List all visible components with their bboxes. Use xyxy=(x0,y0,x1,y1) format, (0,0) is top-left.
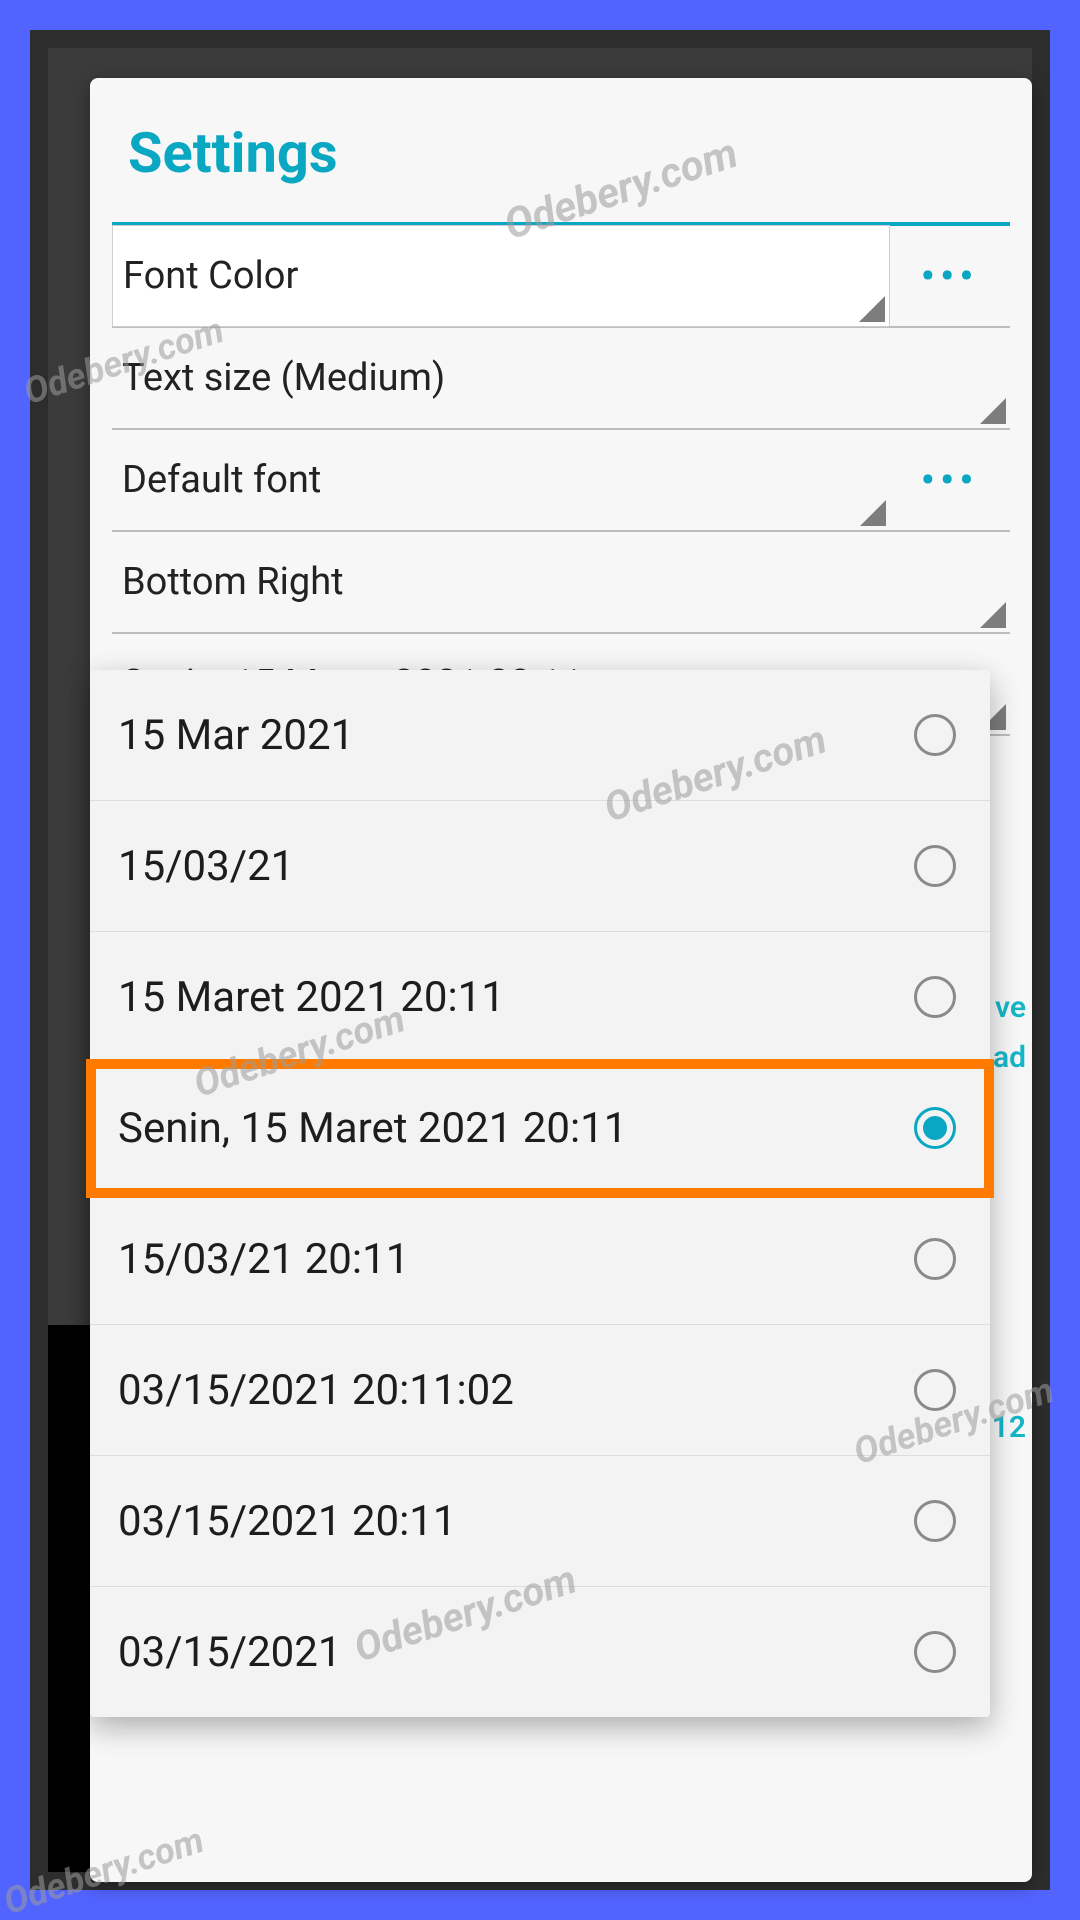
more-options-icon[interactable]: ••• xyxy=(890,255,1010,297)
spinner-caret-icon xyxy=(859,296,885,322)
date-format-option[interactable]: 03/15/2021 xyxy=(90,1587,990,1717)
date-format-option[interactable]: 15/03/21 xyxy=(90,801,990,932)
spinner-caret-icon xyxy=(980,602,1006,628)
settings-list: Font Color ••• Text size (Medium) Default f… xyxy=(90,226,1032,736)
page-title: Settings xyxy=(128,120,994,186)
date-format-option[interactable]: 03/15/2021 20:11 xyxy=(90,1456,990,1587)
option-label: 15 Mar 2021 xyxy=(118,711,354,760)
date-format-option[interactable]: Senin, 15 Maret 2021 20:11 xyxy=(90,1063,990,1194)
setting-row[interactable]: Bottom Right xyxy=(112,532,1010,634)
radio-icon[interactable] xyxy=(914,1238,956,1280)
radio-icon[interactable] xyxy=(914,976,956,1018)
radio-icon[interactable] xyxy=(914,845,956,887)
spinner-caret-icon xyxy=(980,398,1006,424)
setting-label: Text size (Medium) xyxy=(112,356,445,400)
date-format-option[interactable]: 15 Maret 2021 20:11 xyxy=(90,932,990,1063)
setting-spinner[interactable]: Text size (Medium) xyxy=(112,328,1010,428)
peek-text-1: ve xyxy=(995,990,1026,1025)
outer-frame: Settings Font Color ••• Text size (Medium)… xyxy=(0,0,1080,1920)
more-options-icon[interactable]: ••• xyxy=(890,459,1010,501)
option-label: 15/03/21 20:11 xyxy=(118,1235,409,1284)
radio-icon[interactable] xyxy=(914,1631,956,1673)
option-label: 15 Maret 2021 20:11 xyxy=(118,973,505,1022)
radio-icon[interactable] xyxy=(914,714,956,756)
date-format-option[interactable]: 15 Mar 2021 xyxy=(90,670,990,801)
spinner-caret-icon xyxy=(860,500,886,526)
setting-row[interactable]: Font Color ••• xyxy=(112,226,1010,328)
date-format-option[interactable]: 15/03/21 20:11 xyxy=(90,1194,990,1325)
setting-row[interactable]: Default font ••• xyxy=(112,430,1010,532)
setting-spinner[interactable]: Default font xyxy=(112,430,890,530)
radio-icon[interactable] xyxy=(914,1369,956,1411)
date-format-dropdown[interactable]: 15 Mar 2021 15/03/21 15 Maret 2021 20:11 Se… xyxy=(90,670,990,1717)
option-label: 15/03/21 xyxy=(118,842,294,891)
setting-label: Default font xyxy=(112,458,321,502)
setting-label: Bottom Right xyxy=(112,560,344,604)
radio-icon[interactable] xyxy=(914,1500,956,1542)
sheet-header: Settings xyxy=(90,78,1032,204)
date-format-option[interactable]: 03/15/2021 20:11:02 xyxy=(90,1325,990,1456)
option-label: Senin, 15 Maret 2021 20:11 xyxy=(118,1104,627,1153)
option-label: 03/15/2021 20:11 xyxy=(118,1497,457,1546)
setting-spinner[interactable]: Font Color xyxy=(112,225,890,327)
option-label: 03/15/2021 20:11:02 xyxy=(118,1366,514,1415)
setting-spinner[interactable]: Bottom Right xyxy=(112,532,1010,632)
setting-row[interactable]: Text size (Medium) xyxy=(112,328,1010,430)
peek-text-2: ad xyxy=(993,1040,1026,1075)
radio-selected-icon[interactable] xyxy=(914,1107,956,1149)
option-label: 03/15/2021 xyxy=(118,1628,342,1677)
setting-label: Font Color xyxy=(113,254,298,298)
